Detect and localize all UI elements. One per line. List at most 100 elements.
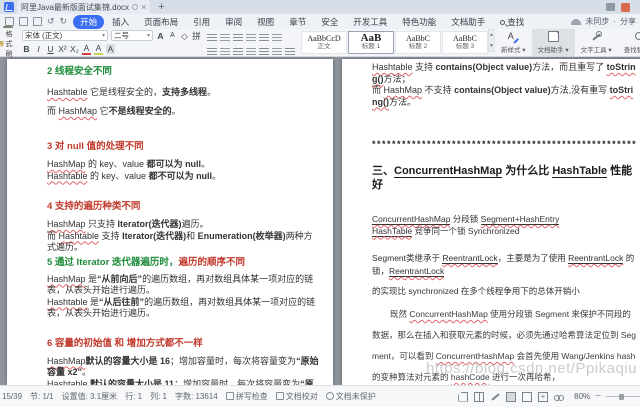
- align-left-button[interactable]: [207, 44, 217, 56]
- style-item-3[interactable]: AaBbC标题 3: [442, 31, 488, 54]
- menu-tab-10[interactable]: 文档助手: [444, 15, 492, 29]
- page-indicator[interactable]: 15/39: [2, 392, 22, 401]
- columns-button[interactable]: [272, 30, 282, 42]
- doc-heading: 5 通过 Iterator 迭代器遍历时，遍历的顺序不同: [47, 257, 320, 269]
- tool-button-2[interactable]: 文字工具 ▾: [575, 29, 618, 56]
- style-item-1[interactable]: AaB标题 1: [348, 31, 394, 54]
- align-right-button[interactable]: [233, 44, 243, 56]
- font-name-select[interactable]: 宋体 (正文)▾: [22, 30, 108, 41]
- style-preview: AaBbC: [453, 34, 477, 43]
- character-shading-button[interactable]: A: [106, 44, 115, 54]
- zoom-control: 80% −: [574, 391, 640, 402]
- proofread-button[interactable]: 文档校对: [276, 391, 318, 402]
- format-painter-button[interactable]: 格式刷: [0, 29, 16, 59]
- menu-tab-3[interactable]: 引用: [186, 15, 217, 29]
- align-center-button[interactable]: [220, 44, 230, 56]
- clear-format-button[interactable]: ◇: [180, 31, 189, 41]
- zoom-level[interactable]: 80%: [574, 392, 590, 401]
- eye-protect-icon[interactable]: [554, 392, 564, 402]
- document-page-left[interactable]: 2 线程安全不同Hashtable 它是线程安全的，支持多线程。而 HashMa…: [7, 59, 333, 385]
- superscript-button[interactable]: X²: [58, 44, 67, 54]
- increase-indent-button[interactable]: [246, 30, 256, 42]
- document-tab[interactable]: 阿里Java最新版面试集锦.docx ×: [17, 0, 150, 14]
- wrench-icon: [591, 31, 602, 42]
- italic-button[interactable]: I: [34, 44, 43, 54]
- document-canvas[interactable]: 2 线程安全不同Hashtable 它是线程安全的，支持多线程。而 HashMa…: [0, 57, 640, 385]
- preview-icon[interactable]: [33, 17, 42, 26]
- font-size-select[interactable]: 二号▾: [111, 30, 153, 41]
- print-layout-icon[interactable]: [506, 392, 516, 402]
- new-tab-button[interactable]: +: [158, 2, 164, 13]
- menu-tab-7[interactable]: 安全: [314, 15, 345, 29]
- doc-heading: 2 线程安全不同: [47, 66, 320, 78]
- menu-tab-4[interactable]: 审阅: [218, 15, 249, 29]
- ink-edit-icon[interactable]: [490, 392, 500, 402]
- sync-status-label[interactable]: 未同步: [585, 16, 609, 27]
- paste-button[interactable]: 格式刷: [0, 29, 16, 56]
- tab-close-icon[interactable]: ×: [141, 3, 146, 12]
- undo-icon[interactable]: ↺: [47, 17, 55, 26]
- window-control-icon[interactable]: [606, 3, 615, 11]
- spellcheck-button[interactable]: 拼写检查: [226, 391, 268, 402]
- tool-button-0[interactable]: 新样式 ▾: [495, 29, 532, 56]
- font-color-button[interactable]: A: [82, 43, 91, 55]
- doc-heading: 6 容量的初始值 和 增加方式都不一样: [47, 338, 320, 350]
- style-label: 标题 3: [456, 43, 474, 51]
- numbering-button[interactable]: [220, 30, 230, 42]
- menu-tab-8[interactable]: 开发工具: [346, 15, 394, 29]
- web-layout-icon[interactable]: [522, 392, 532, 402]
- read-layout-icon[interactable]: [474, 392, 484, 402]
- style-item-0[interactable]: AaBbCcD正文: [301, 31, 347, 54]
- subscript-button[interactable]: X₂: [70, 44, 79, 54]
- underline-button[interactable]: U: [46, 44, 55, 54]
- phonetic-guide-button[interactable]: 拼: [192, 31, 201, 41]
- menu-tab-5[interactable]: 视图: [250, 15, 281, 29]
- style-preview: AaBbC: [406, 34, 430, 43]
- style-preview: AaB: [361, 34, 382, 43]
- menu-tab-11[interactable]: 查找: [493, 15, 531, 29]
- tool-button-1[interactable]: 文档助手 ▾: [532, 29, 575, 56]
- title-bar: 阿里Java最新版面试集锦.docx × +: [0, 0, 640, 14]
- decrease-indent-button[interactable]: [233, 30, 243, 42]
- share-button[interactable]: 分享: [620, 16, 636, 27]
- zoom-slider[interactable]: [606, 396, 640, 397]
- redo-icon[interactable]: ↻: [60, 17, 68, 26]
- paragraph-group: [207, 29, 295, 56]
- style-gallery-more-button[interactable]: ▲▼: [488, 29, 495, 52]
- borders-button[interactable]: [285, 44, 295, 56]
- tool-button-3[interactable]: 查找替换 ▾: [618, 29, 640, 56]
- doc-paragraph: ConcurrentHashMap 分段锁 Segment+HashEntry: [372, 214, 636, 226]
- menu-tab-9[interactable]: 特色功能: [395, 15, 443, 29]
- justify-button[interactable]: [246, 44, 256, 56]
- menu-tab-1[interactable]: 插入: [105, 15, 136, 29]
- document-page-right[interactable]: Hashtable 支持 contains(Object value)方法，而且…: [342, 59, 640, 385]
- bullets-button[interactable]: [207, 30, 217, 42]
- fullscreen-icon[interactable]: [458, 392, 468, 402]
- menu-tab-2[interactable]: 页面布局: [137, 15, 185, 29]
- sort-button[interactable]: [259, 30, 269, 42]
- shading-button[interactable]: [272, 44, 282, 56]
- zoom-out-button[interactable]: −: [595, 391, 601, 402]
- document-tab-title: 阿里Java最新版面试集锦.docx: [21, 2, 129, 13]
- zoom-slider-thumb[interactable]: [619, 394, 624, 400]
- protection-status[interactable]: 文档未保护: [326, 391, 376, 402]
- spellcheck-icon: [226, 392, 234, 400]
- menu-tab-0[interactable]: 开始: [73, 15, 104, 29]
- ribbon-tabs: 开始插入页面布局引用审阅视图章节安全开发工具特色功能文档助手查找: [73, 15, 531, 29]
- grow-font-button[interactable]: A: [156, 31, 165, 41]
- autofit-icon[interactable]: [538, 392, 548, 402]
- shrink-font-button[interactable]: A: [168, 31, 177, 41]
- account-avatar-icon[interactable]: [621, 3, 630, 12]
- style-label: 正文: [318, 43, 331, 51]
- style-item-2[interactable]: AaBbC标题 2: [395, 31, 441, 54]
- view-mode-buttons: [458, 392, 564, 402]
- doc-heading: 三、ConcurrentHashMap 为什么比 HashTable 性能好: [372, 164, 636, 192]
- line-spacing-button[interactable]: [259, 44, 269, 56]
- word-count[interactable]: 字数: 13614: [175, 391, 218, 402]
- print-icon[interactable]: [19, 17, 28, 26]
- font-size-value: 二号: [114, 30, 147, 41]
- highlight-color-button[interactable]: A: [94, 43, 103, 55]
- menu-tab-6[interactable]: 章节: [282, 15, 313, 29]
- bold-button[interactable]: B: [22, 44, 31, 54]
- format-painter-icon: [0, 41, 4, 48]
